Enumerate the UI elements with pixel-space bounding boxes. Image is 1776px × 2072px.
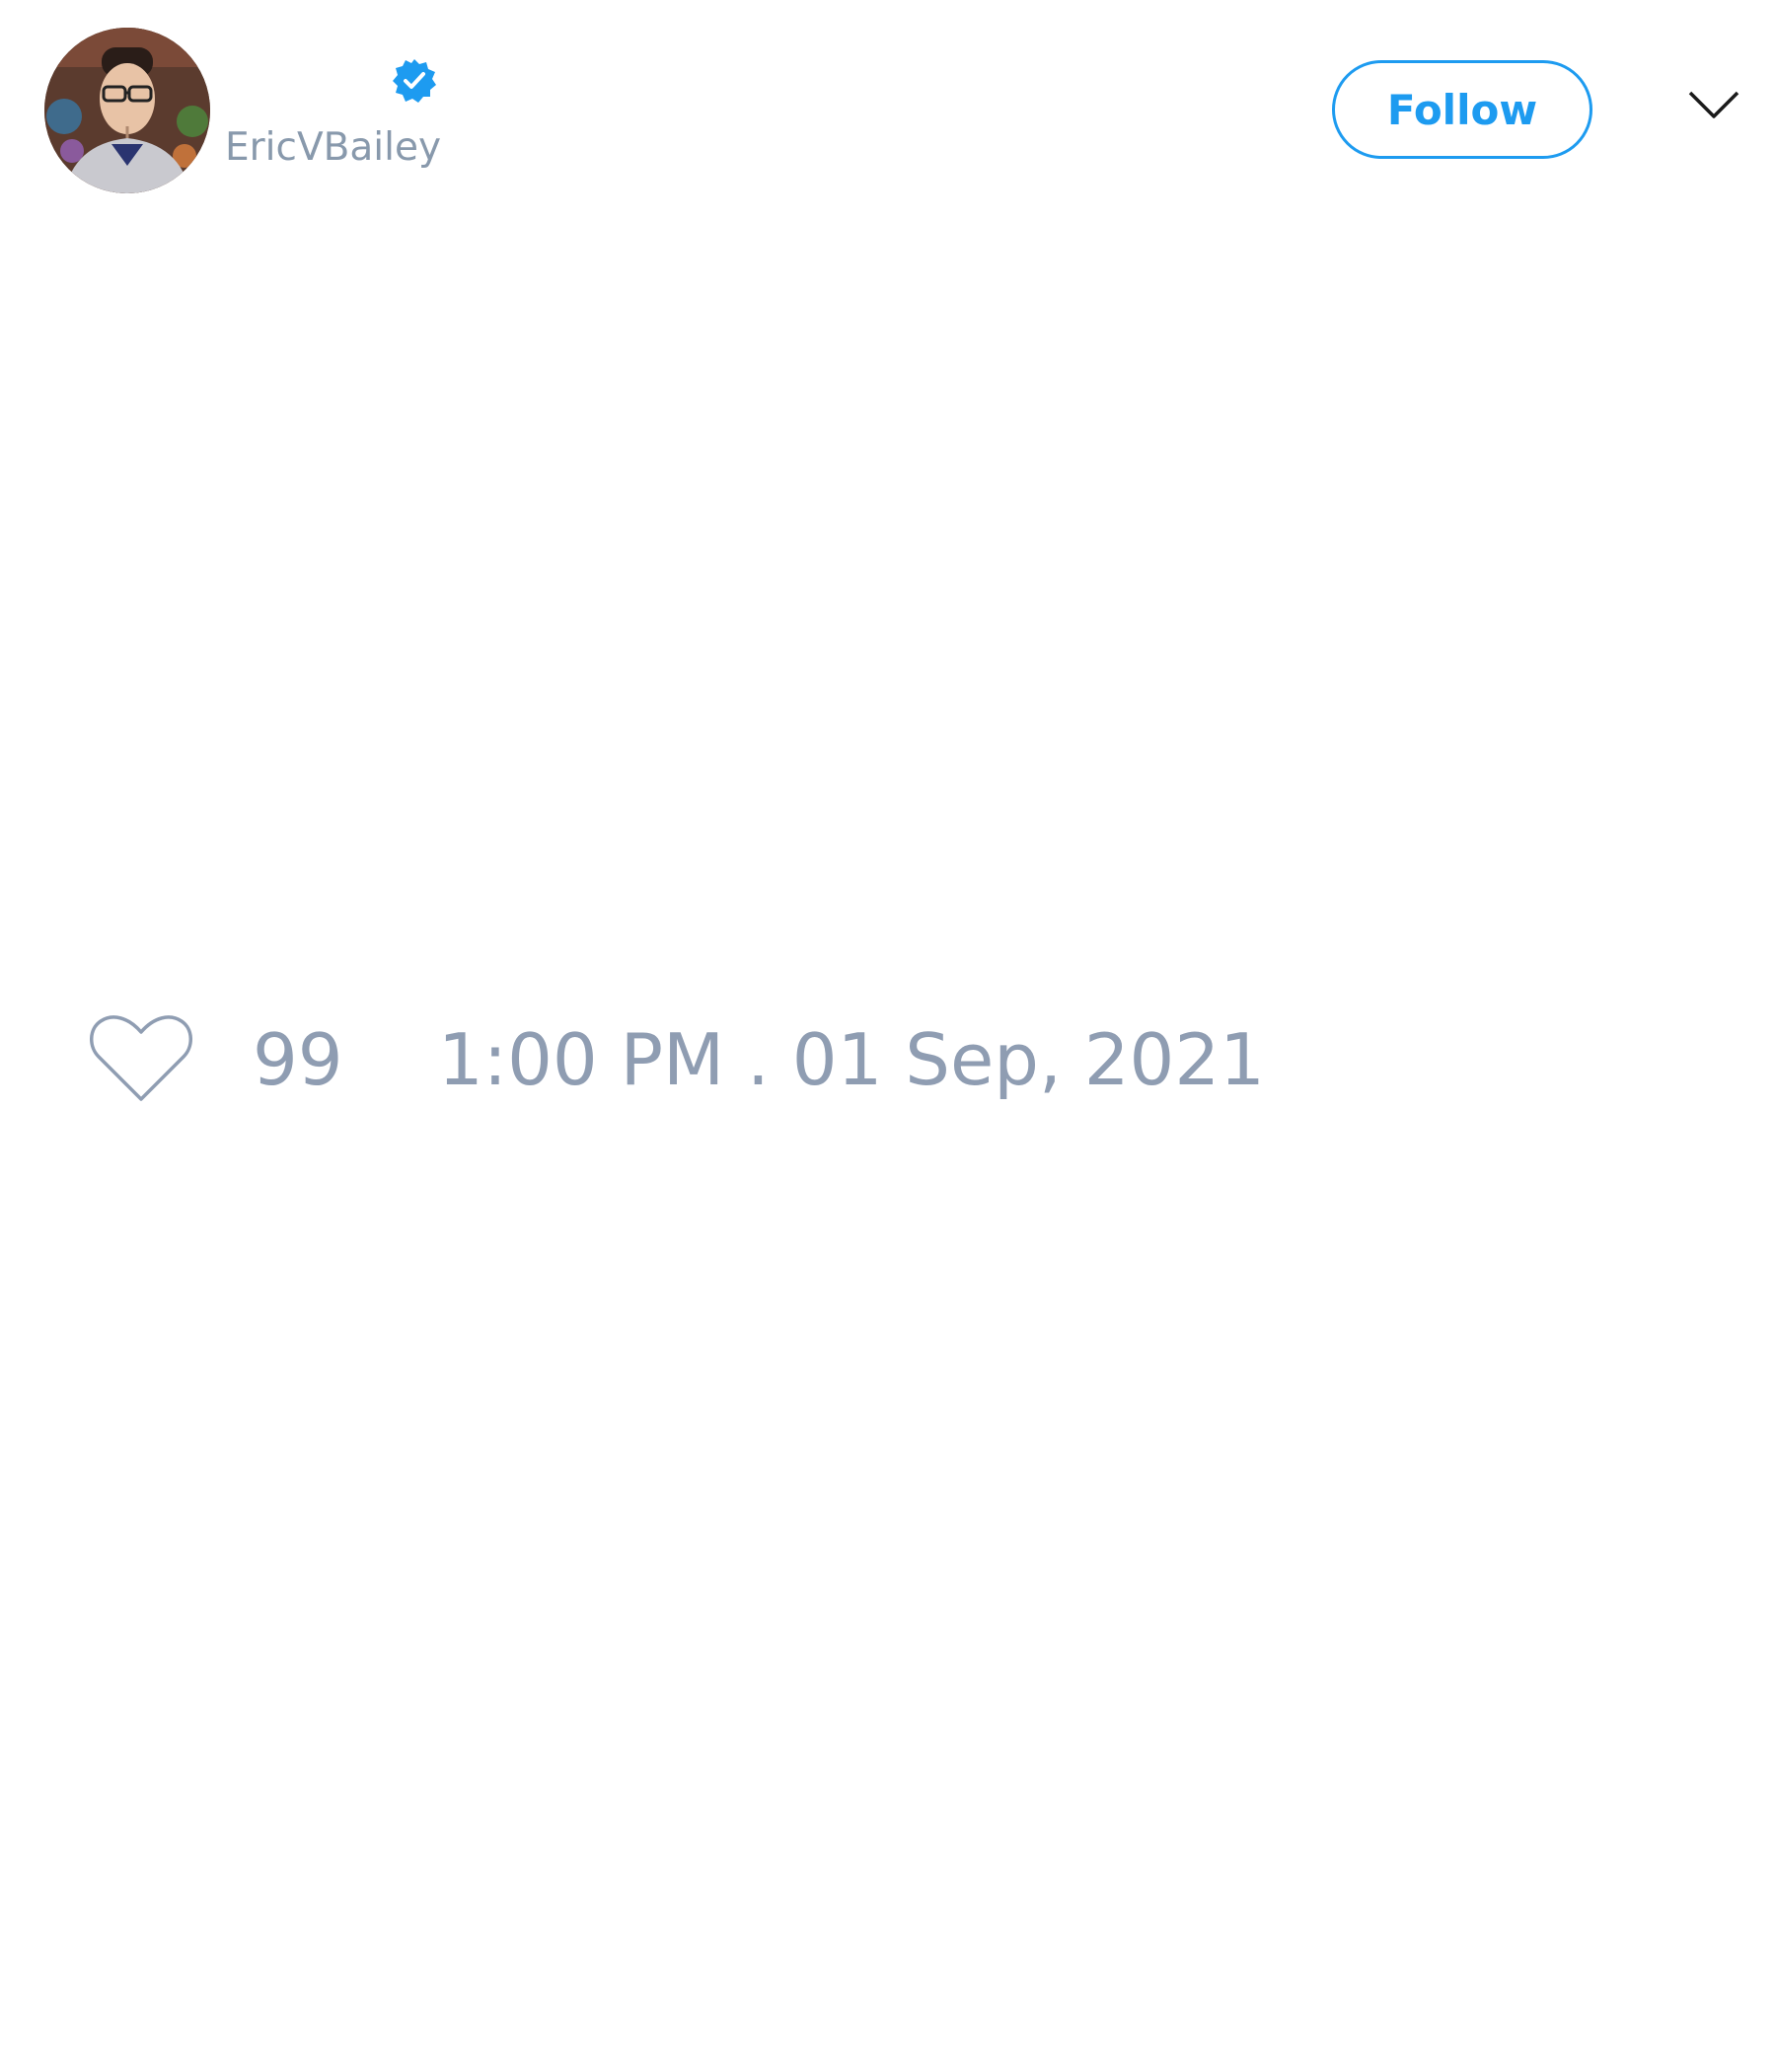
- author-handle[interactable]: EricVBailey: [225, 124, 441, 172]
- tweet-header: EricVBailey Follow: [0, 0, 1776, 217]
- profile-photo: [44, 28, 210, 193]
- avatar[interactable]: [44, 28, 210, 193]
- tweet-content: [44, 227, 1732, 977]
- follow-button[interactable]: Follow: [1332, 60, 1592, 159]
- verified-badge-icon: [393, 59, 436, 103]
- chevron-down-icon[interactable]: [1687, 87, 1740, 122]
- tweet-timestamp[interactable]: 1:00 PM . 01 Sep, 2021: [438, 1018, 1265, 1101]
- heart-icon[interactable]: [87, 1012, 195, 1107]
- like-count: 99: [253, 1018, 343, 1101]
